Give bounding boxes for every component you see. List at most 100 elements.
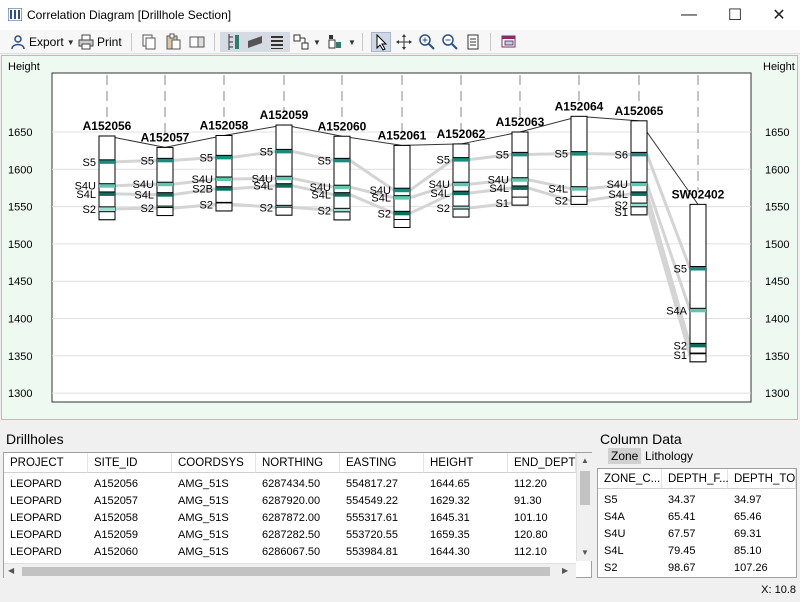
seam-interval[interactable] (394, 211, 410, 216)
tab-zone[interactable]: Zone (608, 448, 642, 464)
hole-id-label[interactable]: A152056 (83, 119, 132, 133)
table-cell[interactable]: S4A (598, 509, 662, 526)
zoom-in-icon[interactable] (418, 33, 436, 51)
table-cell[interactable]: 65.46 (728, 509, 796, 526)
table-cell[interactable]: 6287434.50 (256, 476, 340, 493)
hole-column[interactable] (333, 135, 351, 221)
table-cell[interactable]: 6286067.50 (256, 544, 340, 561)
seam-interval[interactable] (99, 159, 115, 164)
seam-interval[interactable] (453, 182, 469, 187)
list-lines-icon[interactable] (268, 33, 286, 51)
seam-interval[interactable] (453, 191, 469, 196)
seam-interval[interactable] (512, 185, 528, 190)
table-cell[interactable]: A152057 (88, 493, 172, 510)
table-cell[interactable]: 1644.30 (424, 544, 508, 561)
hole-id-label[interactable]: A152064 (555, 99, 604, 113)
seam-interval[interactable] (394, 195, 410, 200)
table-cell[interactable]: 6287920.00 (256, 493, 340, 510)
seam-interval[interactable] (99, 191, 115, 196)
table-cell[interactable]: AMG_51S (172, 544, 256, 561)
chevron-down-icon[interactable]: ▼ (313, 38, 321, 47)
seam-interval[interactable] (394, 188, 410, 193)
table-cell[interactable]: 553984.81 (340, 544, 424, 561)
hole-column[interactable] (570, 115, 588, 205)
minimize-button[interactable]: — (666, 0, 712, 30)
drillholes-column-header[interactable]: HEIGHT (424, 453, 508, 473)
table-cell[interactable]: 554549.22 (340, 493, 424, 510)
layout-icon[interactable] (292, 33, 310, 51)
table-cell[interactable]: LEOPARD (4, 510, 88, 527)
hole-column[interactable] (156, 146, 174, 217)
correlation-diagram[interactable]: 1650 1650 1600 1600 1550 1550 1500 1500 1450 1450… (1, 55, 798, 420)
export-button[interactable]: Export ▼ (10, 32, 75, 52)
paste-icon[interactable] (164, 33, 182, 51)
drillholes-column-header[interactable]: NORTHING (256, 453, 340, 473)
drillholes-column-header[interactable]: EASTING (340, 453, 424, 473)
scroll-thumb[interactable] (580, 471, 590, 505)
close-button[interactable]: ✕ (756, 0, 800, 30)
maximize-button[interactable]: ☐ (712, 0, 758, 30)
table-cell[interactable]: S5 (598, 492, 662, 509)
hole-id-label[interactable]: A152058 (200, 118, 249, 132)
seam-interval[interactable] (276, 183, 292, 188)
seam-interval[interactable] (690, 266, 706, 271)
seam-interval[interactable] (512, 177, 528, 182)
correlation-fill-icon[interactable] (246, 33, 264, 51)
seam-interval[interactable] (631, 191, 647, 196)
hole-id-label[interactable]: A152063 (496, 115, 545, 129)
copy-icon[interactable] (140, 33, 158, 51)
table-cell[interactable]: 112.10 (508, 544, 576, 561)
column-data-column-header[interactable]: DEPTH_TO (728, 469, 796, 489)
scroll-right-icon[interactable]: ▶ (562, 566, 568, 575)
table-cell[interactable]: 1645.31 (424, 510, 508, 527)
hole-id-label[interactable]: A152057 (141, 130, 190, 144)
table-cell[interactable]: 67.57 (662, 526, 728, 543)
hole-id-label[interactable]: A152065 (615, 104, 664, 118)
properties-icon[interactable] (500, 33, 518, 51)
seam-interval[interactable] (216, 186, 232, 191)
select-pointer-icon[interactable] (371, 32, 391, 52)
table-cell[interactable]: AMG_51S (172, 476, 256, 493)
table-cell[interactable]: LEOPARD (4, 476, 88, 493)
hole-id-label[interactable]: A152061 (378, 128, 427, 142)
table-cell[interactable]: A152056 (88, 476, 172, 493)
scroll-thumb[interactable] (22, 567, 550, 576)
table-cell[interactable]: 101.10 (508, 510, 576, 527)
table-cell[interactable]: S2 (598, 560, 662, 577)
seam-interval[interactable] (276, 176, 292, 181)
seam-interval[interactable] (276, 149, 292, 154)
table-cell[interactable]: 555317.61 (340, 510, 424, 527)
scroll-down-icon[interactable]: ▼ (581, 548, 589, 557)
table-cell[interactable]: 34.97 (728, 492, 796, 509)
chevron-down-icon[interactable]: ▼ (348, 38, 356, 47)
seam-interval[interactable] (631, 152, 647, 157)
table-cell[interactable]: 34.37 (662, 492, 728, 509)
column-data-grid[interactable]: ZONE_C... DEPTH_F... DEPTH_TO S5 34.37 34.97… (597, 468, 797, 578)
table-cell[interactable]: 112.20 (508, 476, 576, 493)
seam-interval[interactable] (157, 192, 173, 197)
table-cell[interactable]: 1644.65 (424, 476, 508, 493)
drillholes-column-header[interactable]: SITE_ID (88, 453, 172, 473)
seam-interval[interactable] (690, 308, 706, 313)
table-cell[interactable]: A152058 (88, 510, 172, 527)
drillholes-grid[interactable]: PROJECT SITE_ID COORDSYS NORTHING EASTING HEI… (3, 452, 592, 578)
drillholes-column-header[interactable]: COORDSYS (172, 453, 256, 473)
zoom-extents-icon[interactable] (464, 33, 482, 51)
table-cell[interactable]: 553720.55 (340, 527, 424, 544)
table-cell[interactable]: 65.41 (662, 509, 728, 526)
scroll-up-icon[interactable]: ▲ (581, 456, 589, 465)
seam-interval[interactable] (571, 186, 587, 191)
hole-id-label[interactable]: SW02402 (672, 187, 725, 201)
table-cell[interactable]: 98.67 (662, 560, 728, 577)
table-cell[interactable]: LEOPARD (4, 493, 88, 510)
hole-column[interactable] (689, 203, 707, 363)
depth-scale-icon[interactable] (224, 33, 242, 51)
hole-column[interactable] (275, 124, 293, 216)
drillholes-column-header[interactable]: END_DEPTH (508, 453, 584, 473)
table-cell[interactable]: AMG_51S (172, 493, 256, 510)
horizontal-scrollbar[interactable]: ◀ ▶ (4, 563, 576, 578)
seam-interval[interactable] (690, 343, 706, 348)
table-cell[interactable]: A152060 (88, 544, 172, 561)
table-cell[interactable]: S4L (598, 543, 662, 560)
hole-column[interactable] (215, 134, 233, 212)
